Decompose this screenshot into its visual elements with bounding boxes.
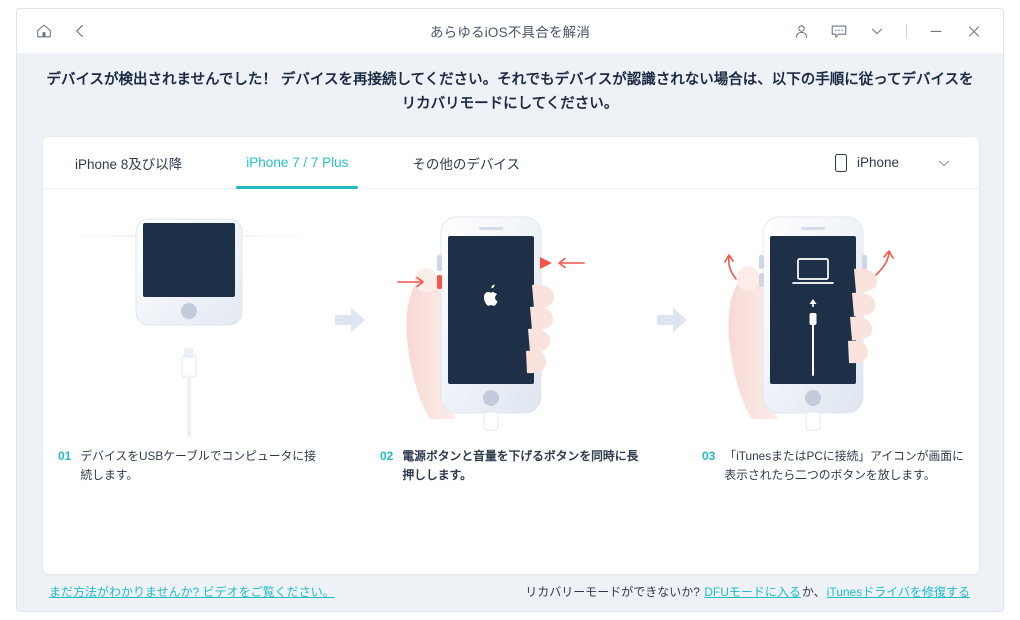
tab-other-devices[interactable]: その他のデバイス [402, 137, 530, 189]
tab-label: iPhone 7 / 7 Plus [246, 155, 349, 170]
banner-message: デバイスが検出されませんでした！ デバイスを再接続してください。それでもデバイス… [46, 72, 974, 112]
tab-iphone-8-and-later[interactable]: iPhone 8及び以降 [65, 137, 192, 189]
content-card: iPhone 8及び以降 iPhone 7 / 7 Plus その他のデバイス … [43, 137, 979, 574]
phone-icon [834, 153, 847, 172]
footer-right: リカバリーモードができないか? DFUモードに入るか、iTunesドライバを修復… [525, 583, 971, 600]
step-description: 電源ボタンと音量を下げるボタンを同時に長押しします。 [402, 449, 639, 483]
tab-label: iPhone 8及び以降 [75, 156, 183, 172]
app-root: あらゆるiOS不具合を解消 デバイスが検出されませんでした！ デバイスを再接続し… [0, 0, 1020, 620]
illustration-hand-holding-phone-apple-logo [386, 207, 636, 437]
video-help-link[interactable]: まだ方法がわかりませんか? ビデオをご覧ください。 [49, 585, 335, 599]
dfu-mode-link[interactable]: DFUモードに入る [704, 585, 801, 599]
itunes-driver-repair-link[interactable]: iTunesドライバを修復する [827, 585, 970, 599]
step-3-caption: 03 「iTunesまたはPCに接続」アイコンが画面に表示されたら二つのボタンを… [702, 447, 964, 486]
step-1-caption: 01 デバイスをUSBケーブルでコンピュータに接続します。 [58, 447, 320, 486]
step-1: 01 デバイスをUSBケーブルでコンピュータに接続します。 [43, 207, 335, 486]
step-number: 01 [58, 449, 72, 463]
step-2: 02 電源ボタンと音量を下げるボタンを同時に長押しします。 [365, 207, 657, 486]
chevron-down-icon[interactable] [866, 20, 888, 42]
home-icon[interactable] [33, 20, 55, 42]
user-icon[interactable] [790, 20, 812, 42]
step-2-caption: 02 電源ボタンと音量を下げるボタンを同時に長押しします。 [380, 447, 642, 486]
step-3: 03 「iTunesまたはPCに接続」アイコンが画面に表示されたら二つのボタンを… [687, 207, 979, 486]
back-arrow-icon[interactable] [73, 20, 95, 42]
footer-bar: まだ方法がわかりませんか? ビデオをご覧ください。 リカバリーモードができないか… [17, 571, 1003, 611]
minimize-icon[interactable] [925, 20, 947, 42]
tab-bar: iPhone 8及び以降 iPhone 7 / 7 Plus その他のデバイス … [43, 137, 979, 189]
title-bar-right-controls [790, 20, 1003, 42]
chevron-down-icon [937, 157, 951, 169]
tab-label: その他のデバイス [412, 156, 520, 172]
step-description: デバイスをUSBケーブルでコンピュータに接続します。 [80, 449, 316, 483]
device-selector[interactable]: iPhone [834, 153, 957, 172]
illustration-hand-holding-phone-connect-itunes [708, 207, 958, 437]
arrow-separator-1 [335, 307, 365, 333]
title-bar-divider [906, 23, 907, 39]
arrow-separator-2 [657, 307, 687, 333]
footer-conjunction: か、 [801, 584, 826, 599]
step-number: 03 [702, 449, 716, 463]
illustration-phone-with-cable [64, 207, 314, 437]
step-number: 02 [380, 449, 394, 463]
status-banner: デバイスが検出されませんでした！ デバイスを再接続してください。それでもデバイス… [17, 53, 1003, 123]
application-window: あらゆるiOS不具合を解消 デバイスが検出されませんでした！ デバイスを再接続し… [16, 8, 1004, 612]
steps-container: 01 デバイスをUSBケーブルでコンピュータに接続します。 02 電源ボタンと音… [43, 189, 979, 574]
recovery-question-text: リカバリーモードができないか? [525, 584, 700, 599]
title-bar-left-controls [17, 20, 95, 42]
title-bar: あらゆるiOS不具合を解消 [17, 9, 1003, 53]
device-selector-value: iPhone [856, 155, 899, 170]
footer-left: まだ方法がわかりませんか? ビデオをご覧ください。 [49, 583, 335, 600]
tab-iphone-7[interactable]: iPhone 7 / 7 Plus [236, 137, 359, 189]
step-description: 「iTunesまたはPCに接続」アイコンが画面に表示されたら二つのボタンを放しま… [724, 449, 964, 483]
close-icon[interactable] [963, 20, 985, 42]
message-icon[interactable] [828, 20, 850, 42]
